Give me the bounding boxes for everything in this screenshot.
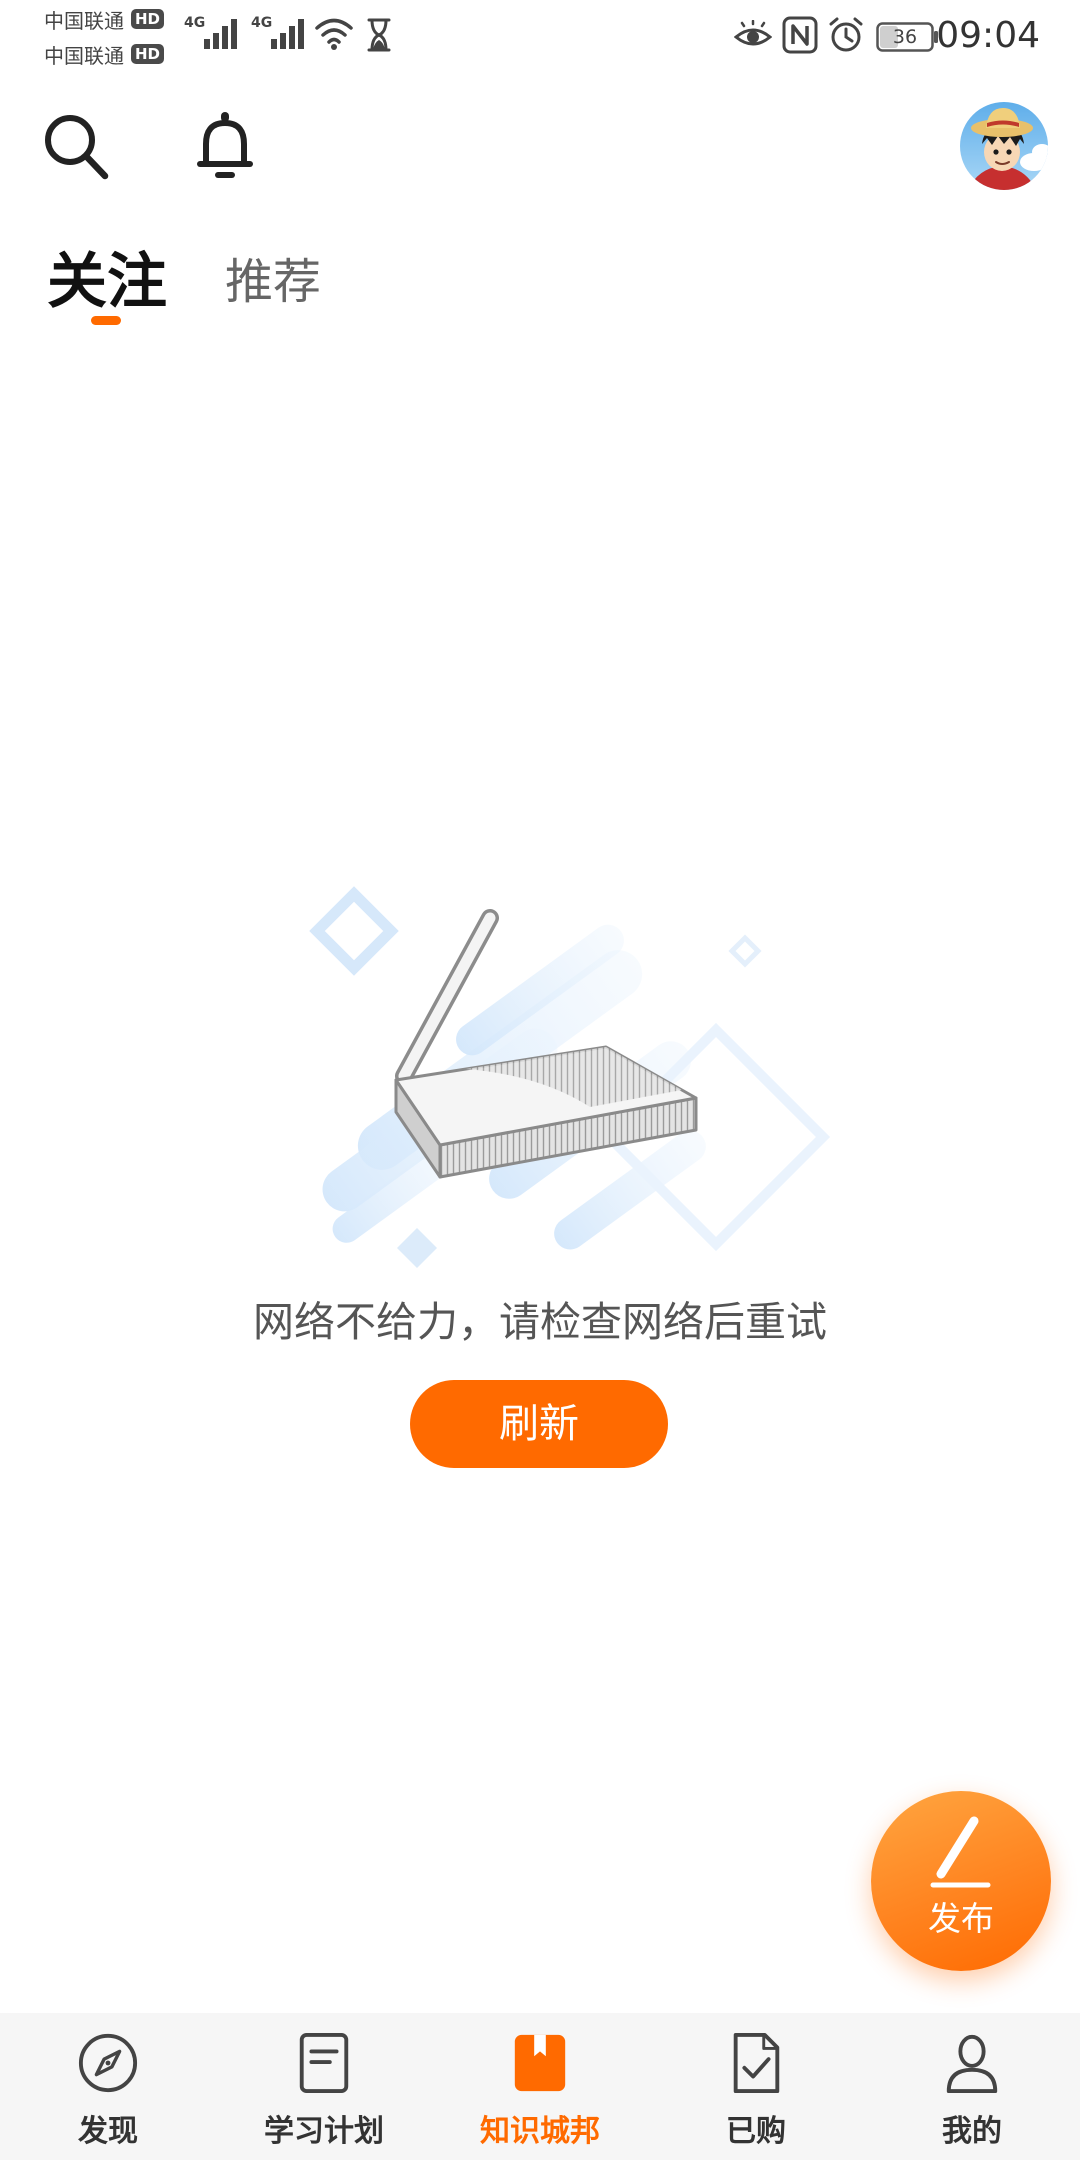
compass-icon <box>78 2033 138 2093</box>
tab-following[interactable]: 关注 <box>47 252 167 312</box>
document-icon <box>299 2032 349 2094</box>
bottom-nav: 发现 学习计划 知识城邦 已购 我的 <box>0 2013 1080 2160</box>
nav-item-study-plan[interactable]: 学习计划 <box>216 2013 432 2160</box>
nav-item-me[interactable]: 我的 <box>864 2013 1080 2160</box>
pen-icon <box>930 1816 991 1888</box>
bell-icon[interactable] <box>195 110 255 184</box>
nav-item-purchased[interactable]: 已购 <box>648 2013 864 2160</box>
alarm-icon <box>829 17 863 52</box>
carrier-2: 中国联通 HD <box>44 42 165 68</box>
hd-badge: HD <box>131 9 165 29</box>
nav-item-discover[interactable]: 发现 <box>0 2013 216 2160</box>
nav-item-label: 我的 <box>942 2114 1002 2149</box>
publish-button[interactable]: 发布 <box>871 1791 1051 1971</box>
nav-item-knowledge-city[interactable]: 知识城邦 <box>432 2013 648 2160</box>
tab-recommended[interactable]: 推荐 <box>225 258 321 306</box>
active-tab-indicator <box>91 316 121 325</box>
status-time: 09:04 <box>936 15 1040 56</box>
hd-badge: HD <box>131 44 165 64</box>
hourglass-icon <box>367 18 391 52</box>
no-network-illustration <box>309 886 831 1268</box>
carrier-name: 中国联通 <box>44 43 124 68</box>
signal-icon <box>204 19 237 49</box>
search-icon[interactable] <box>40 110 114 184</box>
purchased-check-icon <box>733 2032 780 2094</box>
wifi-icon <box>315 18 353 50</box>
eye-icon <box>734 20 772 46</box>
battery-level: 36 <box>892 26 918 48</box>
person-icon <box>946 2034 998 2094</box>
network-type-2: 4G <box>251 15 273 31</box>
network-error-message: 网络不给力，请检查网络后重试 <box>253 1298 827 1346</box>
bookmark-icon <box>514 2034 566 2092</box>
refresh-button[interactable]: 刷新 <box>410 1380 668 1468</box>
nfc-icon <box>782 16 818 54</box>
publish-label: 发布 <box>928 1899 994 1938</box>
nav-item-label: 学习计划 <box>264 2114 384 2149</box>
carrier-name: 中国联通 <box>44 8 124 33</box>
avatar[interactable] <box>960 102 1048 190</box>
signal-icon <box>271 19 304 49</box>
nav-item-label: 知识城邦 <box>480 2114 600 2149</box>
carrier-1: 中国联通 HD <box>44 7 165 33</box>
network-type-1: 4G <box>184 15 206 31</box>
nav-item-label: 发现 <box>78 2114 138 2149</box>
nav-item-label: 已购 <box>726 2114 786 2149</box>
